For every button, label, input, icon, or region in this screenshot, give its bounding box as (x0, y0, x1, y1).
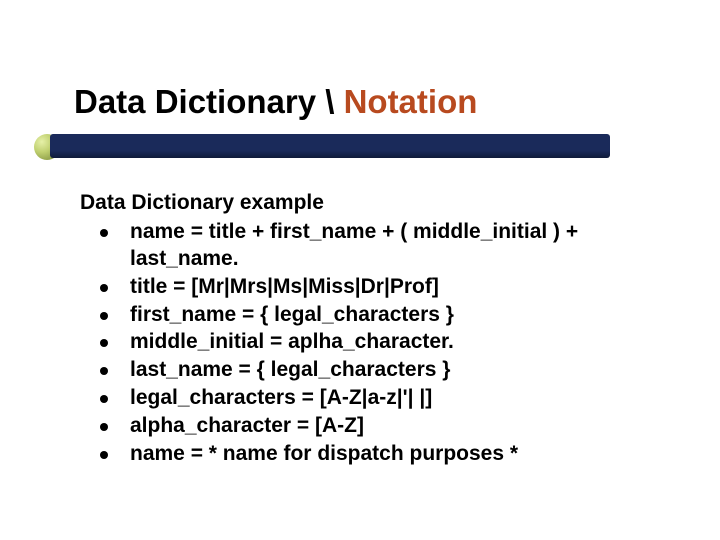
title-block: Data Dictionary \ Notation (74, 84, 477, 126)
list-item: alpha_character = [A-Z] (80, 413, 680, 440)
list-item: middle_initial = aplha_character. (80, 329, 680, 356)
list-item: legal_characters = [A-Z|a-z|'| |] (80, 385, 680, 412)
bullet-list: name = title + first_name + ( middle_ini… (80, 219, 680, 468)
list-item-text: alpha_character = [A-Z] (130, 414, 364, 437)
list-item-text: name = title + first_name + ( middle_ini… (130, 220, 578, 270)
list-item-text: middle_initial = aplha_character. (130, 330, 454, 353)
slide: Data Dictionary \ Notation Data Dictiona… (0, 0, 720, 540)
list-item-text: name = * name for dispatch purposes * (130, 442, 518, 465)
subheading: Data Dictionary example (80, 190, 680, 217)
title-accent: Notation (344, 83, 478, 120)
list-item: name = title + first_name + ( middle_ini… (80, 219, 680, 273)
title-text: Data Dictionary \ (74, 83, 344, 120)
list-item-text: legal_characters = [A-Z|a-z|'| |] (130, 386, 432, 409)
list-item-text: last_name = { legal_characters } (130, 358, 450, 381)
list-item: name = * name for dispatch purposes * (80, 441, 680, 468)
list-item-text: first_name = { legal_characters } (130, 303, 454, 326)
list-item-text: title = [Mr|Mrs|Ms|Miss|Dr|Prof] (130, 275, 439, 298)
list-item: title = [Mr|Mrs|Ms|Miss|Dr|Prof] (80, 274, 680, 301)
title-rule (50, 134, 610, 158)
list-item: first_name = { legal_characters } (80, 302, 680, 329)
slide-title: Data Dictionary \ Notation (74, 84, 477, 120)
list-item: last_name = { legal_characters } (80, 357, 680, 384)
content-block: Data Dictionary example name = title + f… (80, 190, 680, 469)
